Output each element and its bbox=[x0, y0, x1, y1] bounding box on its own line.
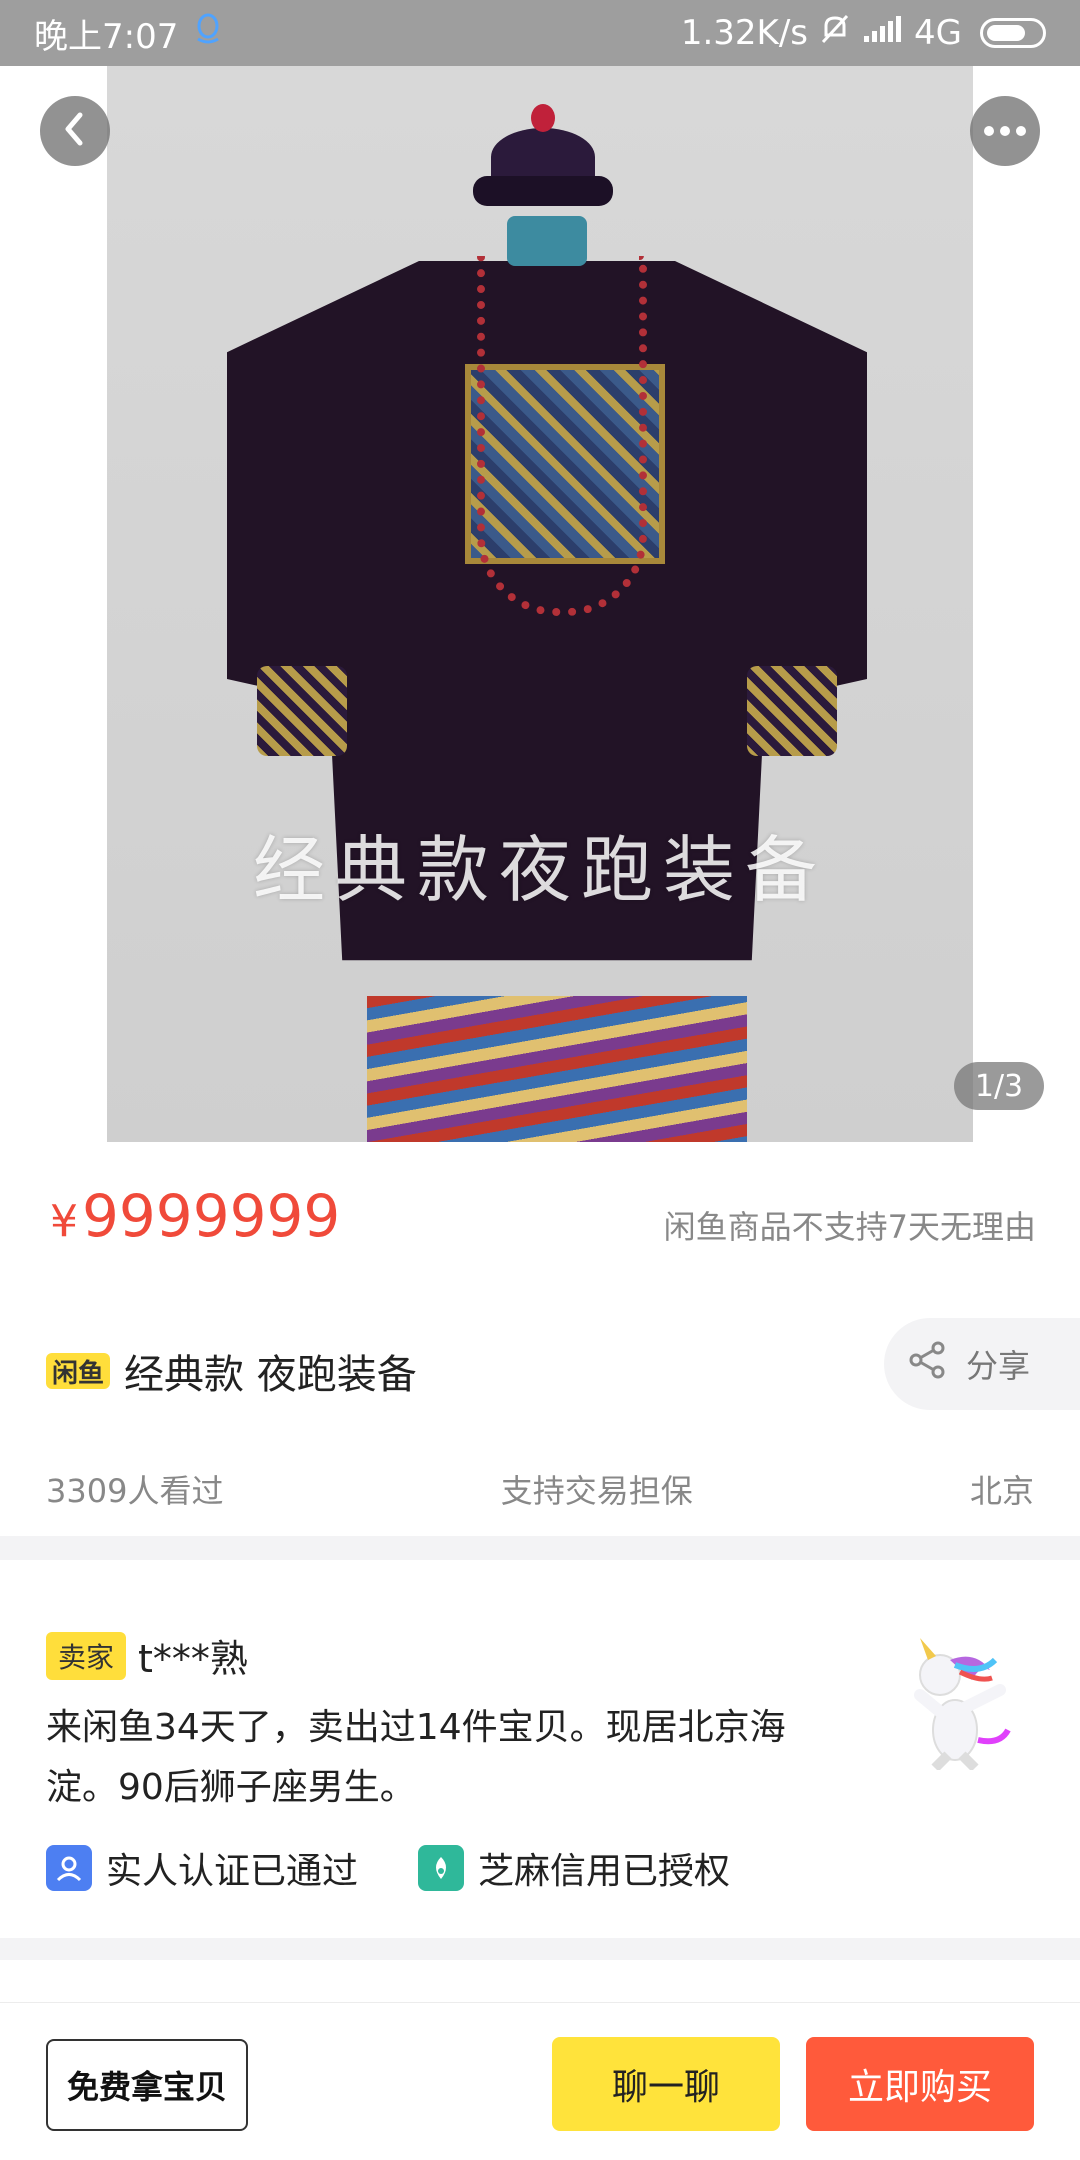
bottom-action-bar: 免费拿宝贝 聊一聊 立即购买 bbox=[0, 2002, 1080, 2160]
xianyu-logo: 闲鱼 bbox=[46, 1353, 110, 1389]
product-gallery[interactable]: 经典款夜跑装备 bbox=[0, 66, 1080, 1146]
chevron-left-icon bbox=[60, 111, 90, 151]
product-info-card: ¥9999999 闲鱼商品不支持7天无理由 闲鱼 经典款 夜跑装备 分享 330… bbox=[0, 1146, 1080, 1536]
seller-description: 来闲鱼34天了，卖出过14件宝贝。现居北京海淀。90后狮子座男生。 bbox=[46, 1707, 786, 1808]
network-type: 4G bbox=[914, 13, 962, 53]
free-get-button[interactable]: 免费拿宝贝 bbox=[46, 2039, 248, 2131]
seller-badge: 卖家 bbox=[46, 1631, 127, 1680]
verification-item[interactable]: 芝麻信用已授权 bbox=[418, 1842, 730, 1894]
skirt-shape bbox=[367, 996, 747, 1142]
trade-guarantee: 支持交易担保 bbox=[500, 1472, 693, 1510]
share-button[interactable]: 分享 bbox=[884, 1318, 1080, 1410]
price: ¥9999999 bbox=[50, 1182, 340, 1250]
image-page-indicator: 1/3 bbox=[954, 1062, 1044, 1110]
signal-icon bbox=[862, 13, 902, 53]
product-image[interactable]: 经典款夜跑装备 bbox=[107, 66, 973, 1142]
cuff-left bbox=[257, 666, 347, 756]
location: 北京 bbox=[969, 1472, 1034, 1510]
beads-shape bbox=[477, 256, 647, 616]
meta-row: 3309人看过 支持交易担保 北京 bbox=[46, 1466, 1034, 1512]
person-verify-icon bbox=[46, 1845, 92, 1891]
seller-header: 卖家 t***熟 bbox=[46, 1628, 248, 1683]
collar-shape bbox=[507, 216, 587, 266]
cuff-right bbox=[747, 666, 837, 756]
price-value: 9999999 bbox=[82, 1182, 341, 1250]
seller-avatar[interactable] bbox=[880, 1620, 1030, 1772]
status-bar: 晚上7:07 1.32K/s 4G bbox=[0, 0, 1080, 66]
chat-button[interactable]: 聊一聊 bbox=[552, 2037, 780, 2131]
more-dots-icon bbox=[983, 122, 1027, 141]
buy-now-button[interactable]: 立即购买 bbox=[806, 2037, 1034, 2131]
status-time: 晚上7:07 bbox=[34, 16, 179, 57]
product-title: 经典款 夜跑装备 bbox=[124, 1352, 417, 1398]
share-label: 分享 bbox=[966, 1347, 1031, 1385]
title-row: 闲鱼 经典款 夜跑装备 bbox=[46, 1342, 417, 1400]
qq-icon bbox=[194, 13, 222, 54]
verification-label: 实人认证已通过 bbox=[106, 1851, 359, 1892]
share-icon bbox=[908, 1340, 948, 1388]
view-count: 3309人看过 bbox=[46, 1472, 224, 1510]
back-button[interactable] bbox=[40, 96, 110, 166]
price-symbol: ¥ bbox=[50, 1196, 78, 1247]
return-policy: 闲鱼商品不支持7天无理由 bbox=[663, 1208, 1036, 1246]
battery-icon bbox=[980, 18, 1046, 48]
hat-shape bbox=[473, 98, 613, 208]
sesame-credit-icon bbox=[418, 1845, 465, 1891]
network-speed: 1.32K/s bbox=[680, 13, 809, 53]
seller-card[interactable]: 卖家 t***熟 来闲鱼34天了，卖出过14件宝贝。现居北京海淀。90后狮子座男… bbox=[0, 1560, 1080, 1938]
verification-item[interactable]: 实人认证已通过 bbox=[46, 1842, 358, 1894]
mute-bell-icon bbox=[820, 13, 850, 54]
image-watermark: 经典款夜跑装备 bbox=[252, 828, 827, 912]
more-button[interactable] bbox=[970, 96, 1040, 166]
verification-label: 芝麻信用已授权 bbox=[478, 1851, 731, 1892]
seller-name[interactable]: t***熟 bbox=[138, 1628, 248, 1683]
verification-row: 实人认证已通过 芝麻信用已授权 bbox=[46, 1842, 730, 1894]
